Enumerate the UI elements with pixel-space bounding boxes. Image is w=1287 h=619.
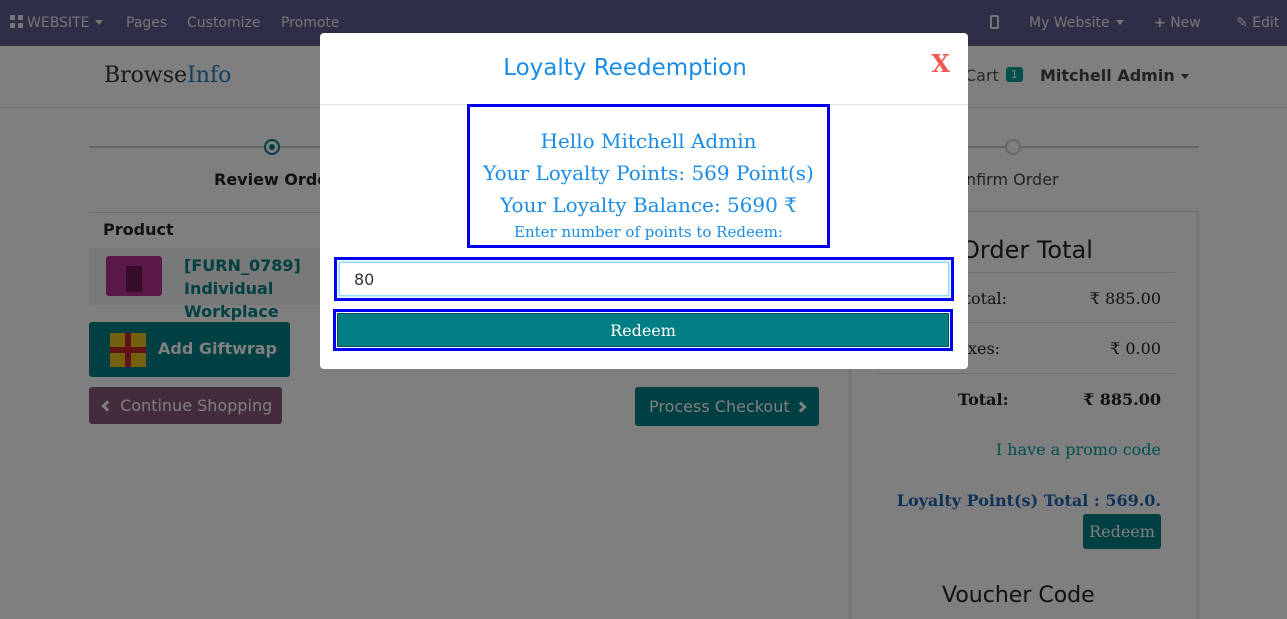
points-to-redeem-input[interactable] — [339, 262, 949, 296]
loyalty-redemption-modal: Loyalty Reedemption X Hello Mitchell Adm… — [320, 33, 968, 369]
points-input-highlight — [334, 257, 954, 301]
modal-title: Loyalty Reedemption — [503, 55, 747, 81]
redeem-button[interactable]: Redeem — [337, 313, 949, 347]
redeem-button-highlight: Redeem — [333, 309, 953, 351]
redeem-prompt-text: Enter number of points to Redeem: — [514, 223, 783, 241]
modal-header: Loyalty Reedemption X — [320, 33, 968, 105]
loyalty-info-box: Hello Mitchell Admin Your Loyalty Points… — [467, 104, 830, 248]
loyalty-balance-text: Your Loyalty Balance: 5690 ₹ — [500, 193, 797, 217]
loyalty-points-text: Your Loyalty Points: 569 Point(s) — [483, 161, 814, 185]
greeting-text: Hello Mitchell Admin — [540, 129, 757, 153]
close-button[interactable]: X — [931, 49, 950, 78]
